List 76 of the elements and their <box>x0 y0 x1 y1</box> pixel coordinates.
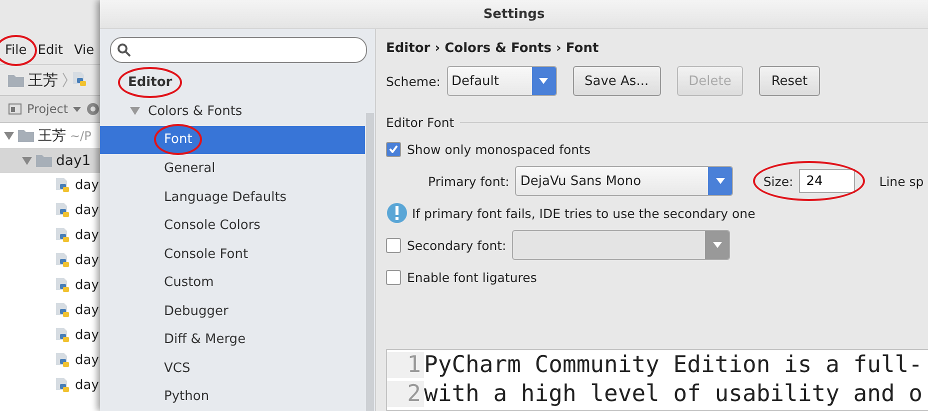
settings-item[interactable]: Python <box>100 382 365 411</box>
breadcrumb: Editor › Colors & Fonts › Font <box>386 41 600 58</box>
python-file-icon <box>55 302 71 318</box>
tree-item[interactable]: day <box>0 273 100 298</box>
tree-item[interactable]: day <box>0 323 100 348</box>
scheme-label: Scheme: <box>386 74 440 88</box>
primary-font-dropdown[interactable]: DejaVu Sans Mono <box>515 166 734 196</box>
tree-item[interactable]: day <box>0 173 100 198</box>
info-icon <box>386 202 408 224</box>
scheme-button[interactable]: Reset <box>759 66 820 96</box>
checkbox[interactable] <box>386 142 401 156</box>
python-file-icon <box>55 278 71 294</box>
breadcrumb-item[interactable]: 王芳 <box>28 70 58 90</box>
settings-item[interactable]: VCS <box>100 354 365 382</box>
window-title: Settings <box>100 0 928 29</box>
tree-item[interactable]: day <box>0 248 100 273</box>
expand-arrow-icon[interactable] <box>22 156 32 164</box>
checkbox-label: Show only monospaced fonts <box>407 142 590 156</box>
settings-item[interactable]: Font <box>100 126 365 154</box>
python-file-icon <box>72 72 88 88</box>
settings-item[interactable]: Console Colors <box>100 211 365 240</box>
menu-item[interactable]: Edit <box>38 42 63 58</box>
python-file-icon <box>55 378 71 394</box>
settings-item[interactable]: Console Font <box>100 240 365 268</box>
settings-item[interactable]: Editor <box>100 68 365 98</box>
info-text: If primary font fails, IDE tries to use the secondary one <box>412 206 756 220</box>
folder-icon <box>18 129 34 142</box>
menu-item[interactable]: File <box>5 42 27 58</box>
expand-arrow-icon[interactable] <box>4 132 14 140</box>
tree-item[interactable]: day <box>0 198 100 223</box>
search-icon <box>117 42 131 57</box>
preview-text: with a high level of usability and o <box>424 380 922 406</box>
folder-icon <box>8 74 24 86</box>
line-number: 1 <box>387 352 424 378</box>
checkbox[interactable] <box>386 270 401 284</box>
tree-item[interactable]: 王芳 ~/P <box>0 123 100 148</box>
line-spacing-label: Line sp <box>879 174 924 188</box>
python-file-icon <box>55 352 71 368</box>
scrollbar[interactable] <box>366 113 374 411</box>
size-label: Size: <box>763 174 794 188</box>
settings-item[interactable]: Diff & Merge <box>100 325 365 354</box>
python-file-icon <box>55 252 71 268</box>
tree-item[interactable]: day <box>0 348 100 373</box>
scheme-button[interactable]: Save As... <box>572 66 661 96</box>
chevron-icon <box>62 72 68 88</box>
folder-icon <box>36 154 52 167</box>
caret-icon <box>539 78 548 84</box>
caret-icon[interactable] <box>73 106 82 112</box>
tree-item[interactable]: day <box>0 298 100 323</box>
project-icon <box>8 103 22 115</box>
settings-item[interactable]: Custom <box>100 268 365 297</box>
settings-item[interactable]: Language Defaults <box>100 182 365 212</box>
tree-item[interactable]: day <box>0 373 100 398</box>
caret-icon <box>716 178 725 184</box>
settings-item[interactable]: Debugger <box>100 296 365 326</box>
tree-item[interactable]: day1 <box>0 148 100 173</box>
python-file-icon <box>55 228 71 244</box>
menu-item[interactable]: Vie <box>74 42 94 58</box>
primary-font-label: Primary font: <box>428 174 510 188</box>
tree-item[interactable]: day <box>0 223 100 248</box>
preview-text: PyCharm Community Edition is a full- <box>424 352 922 378</box>
checkbox-label: Enable font ligatures <box>407 270 537 284</box>
expand-arrow-icon[interactable] <box>130 107 140 116</box>
python-file-icon <box>55 178 71 194</box>
check-icon <box>389 145 398 153</box>
size-field[interactable]: 24 <box>799 169 856 193</box>
python-file-icon <box>55 202 71 218</box>
section-title: Editor Font <box>386 114 454 130</box>
settings-item[interactable]: Colors & Fonts <box>100 97 365 126</box>
python-file-icon <box>55 328 71 344</box>
caret-icon <box>712 242 722 248</box>
search-field[interactable] <box>110 37 367 63</box>
checkbox-label: Secondary font: <box>407 238 506 252</box>
settings-item[interactable]: General <box>100 154 365 183</box>
line-number: 2 <box>387 380 424 406</box>
scheme-dropdown[interactable]: Default <box>446 66 556 96</box>
